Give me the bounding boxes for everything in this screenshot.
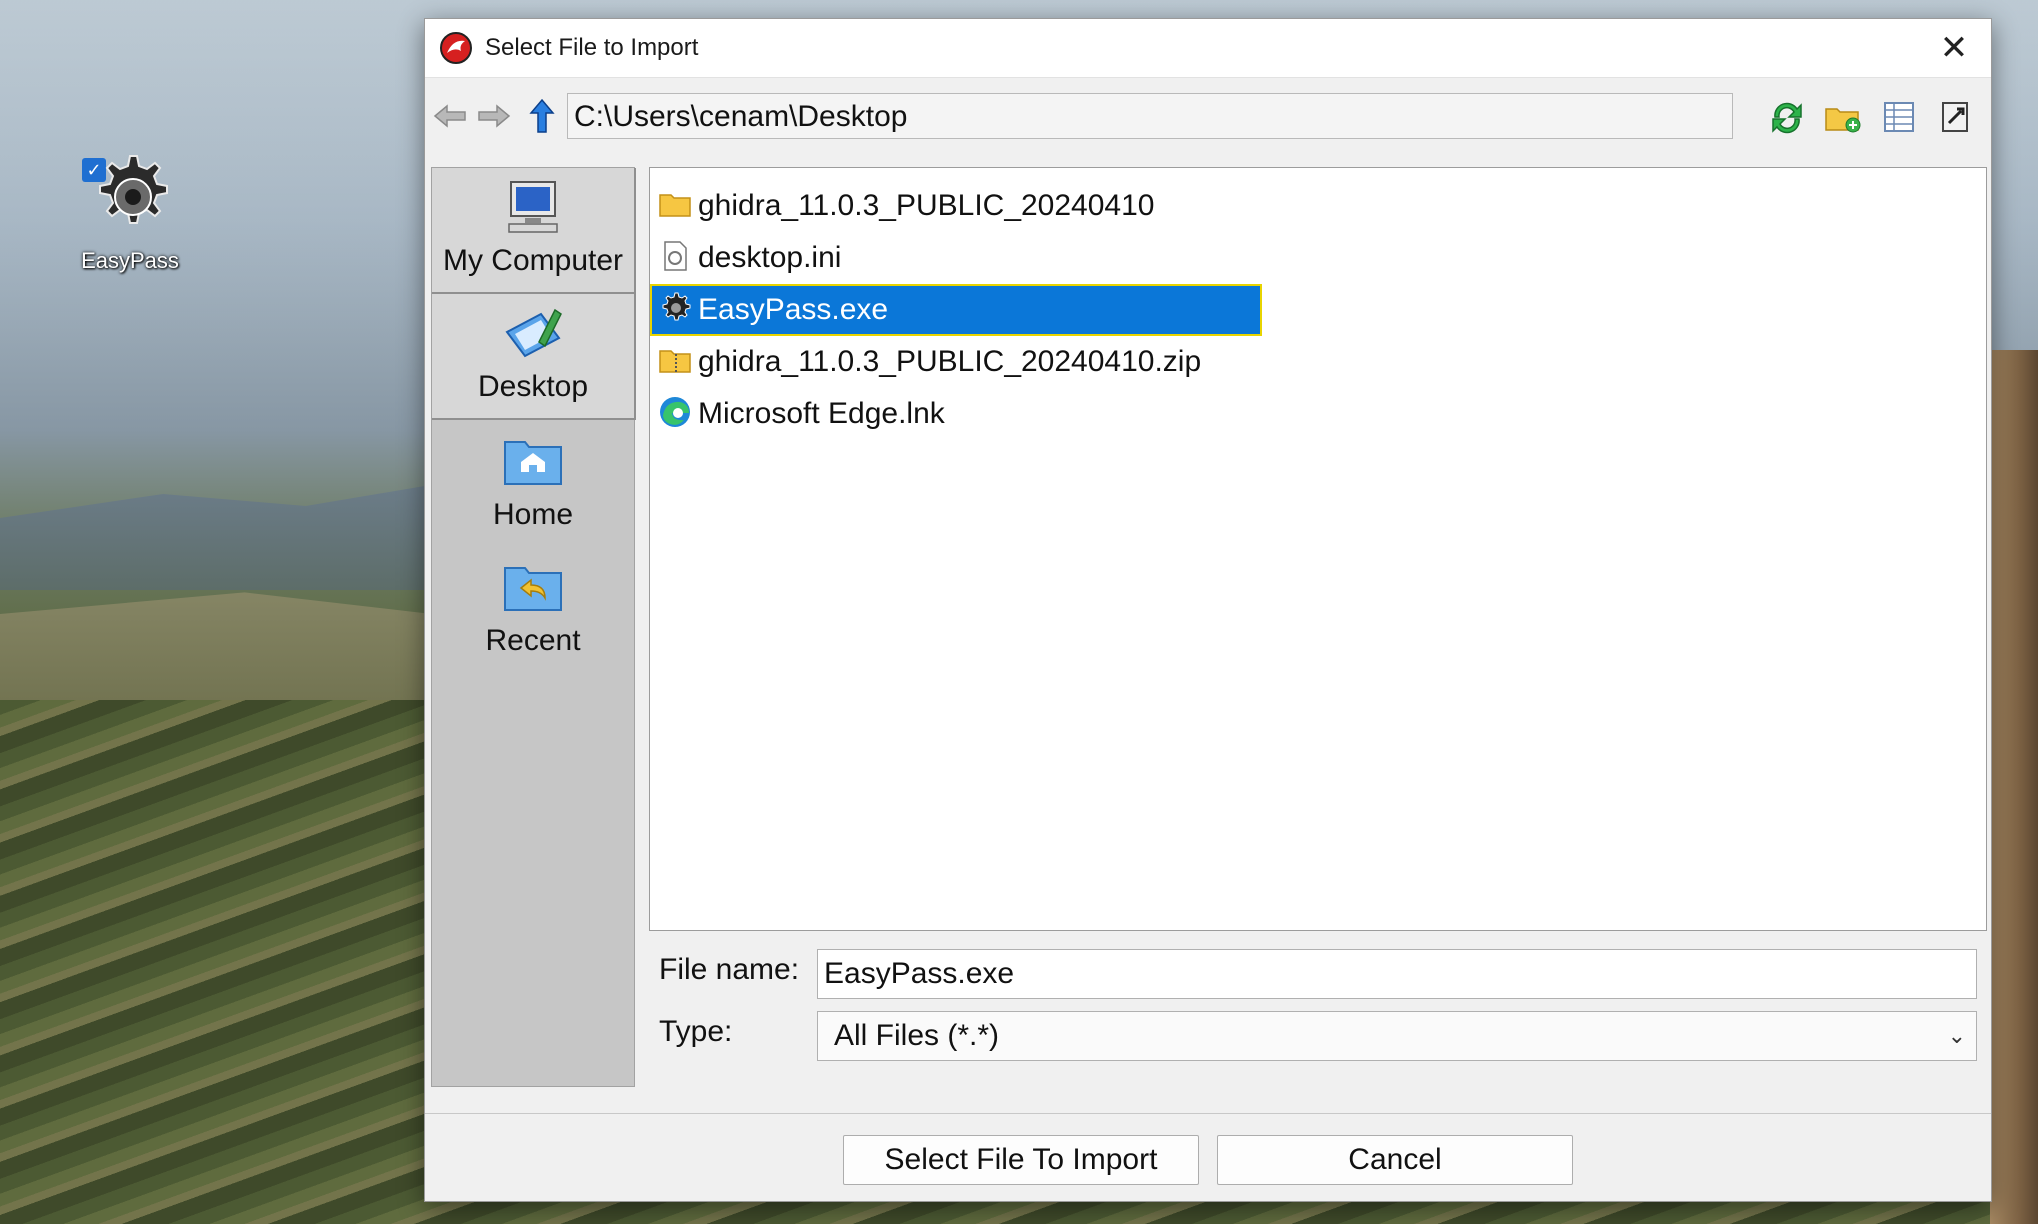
sidebar-item-label: Home <box>492 498 574 531</box>
file-name: desktop.ini <box>698 241 842 274</box>
computer-icon <box>501 178 565 236</box>
desktop-shortcut-easypass[interactable]: ✓ EasyPass <box>70 150 190 274</box>
path-input[interactable]: C:\Users\cenam\Desktop <box>567 93 1733 139</box>
list-item-selected[interactable]: EasyPass.exe <box>650 284 1262 336</box>
close-icon[interactable]: ✕ <box>1931 25 1977 71</box>
cancel-button[interactable]: Cancel <box>1217 1135 1573 1185</box>
title-bar[interactable]: Select File to Import ✕ <box>425 19 1991 78</box>
new-folder-icon[interactable] <box>1823 97 1863 137</box>
file-import-dialog: Select File to Import ✕ C:\Users\cenam\D… <box>424 18 1992 1202</box>
list-item[interactable]: ghidra_11.0.3_PUBLIC_20240410 <box>652 182 1172 230</box>
sidebar-item-my-computer[interactable]: My Computer <box>432 168 636 294</box>
list-item[interactable]: ghidra_11.0.3_PUBLIC_20240410.zip <box>652 338 1219 386</box>
file-name: Microsoft Edge.lnk <box>698 397 945 430</box>
folder-icon <box>658 187 692 221</box>
places-sidebar: My Computer Desktop Home Recent <box>431 167 636 1087</box>
refresh-icon[interactable] <box>1767 97 1807 137</box>
sidebar-item-recent[interactable]: Recent <box>432 548 634 672</box>
sidebar-item-label: Recent <box>485 624 581 657</box>
home-folder-icon <box>501 432 565 490</box>
properties-icon[interactable] <box>1935 97 1975 137</box>
select-file-button[interactable]: Select File To Import <box>843 1135 1199 1185</box>
details-view-icon[interactable] <box>1879 97 1919 137</box>
file-name-input[interactable]: EasyPass.exe <box>817 949 1977 999</box>
file-type-select[interactable]: All Files (*.*) ⌄ <box>817 1011 1977 1061</box>
footer-divider <box>425 1113 1991 1114</box>
sidebar-item-desktop[interactable]: Desktop <box>432 294 636 420</box>
file-name: ghidra_11.0.3_PUBLIC_20240410.zip <box>698 345 1202 378</box>
navigation-toolbar: C:\Users\cenam\Desktop <box>425 89 1991 145</box>
gear-icon <box>658 291 692 325</box>
file-list[interactable]: ghidra_11.0.3_PUBLIC_20240410 desktop.in… <box>649 167 1987 931</box>
desktop-icon <box>501 304 565 362</box>
list-item[interactable]: Microsoft Edge.lnk <box>652 390 963 438</box>
desktop-shortcut-label: EasyPass <box>81 248 179 273</box>
type-label: Type: <box>659 1015 733 1048</box>
ghidra-dragon-icon <box>439 31 473 65</box>
sidebar-item-home[interactable]: Home <box>432 422 634 546</box>
chevron-down-icon[interactable]: ⌄ <box>1948 1012 1966 1060</box>
edge-icon <box>658 395 692 429</box>
settings-file-icon <box>658 239 692 273</box>
forward-arrow-icon[interactable] <box>475 97 513 135</box>
up-arrow-icon[interactable] <box>523 97 561 135</box>
file-type-value: All Files (*.*) <box>834 1019 1000 1052</box>
file-name-label: File name: <box>659 953 800 986</box>
sidebar-item-label: Desktop <box>477 370 589 403</box>
list-item[interactable]: desktop.ini <box>652 234 859 282</box>
gear-icon <box>83 150 177 244</box>
file-name: ghidra_11.0.3_PUBLIC_20240410 <box>698 189 1155 222</box>
dialog-title: Select File to Import <box>485 34 699 61</box>
file-name: EasyPass.exe <box>698 293 889 326</box>
sidebar-item-label: My Computer <box>442 244 624 277</box>
background-cliff <box>1990 350 2038 1224</box>
recent-folder-icon <box>501 558 565 616</box>
back-arrow-icon[interactable] <box>431 97 469 135</box>
zip-folder-icon <box>658 343 692 377</box>
